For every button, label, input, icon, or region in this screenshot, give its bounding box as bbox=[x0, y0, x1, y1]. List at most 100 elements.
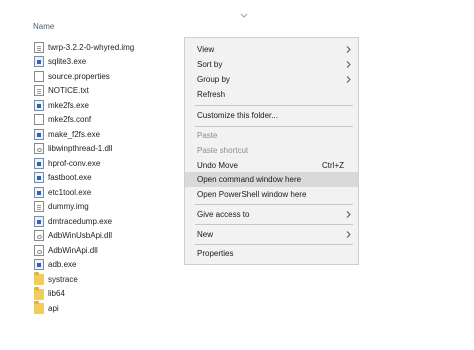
file-name: mke2fs.exe bbox=[48, 100, 89, 110]
menu-item-open-cmd-label: Open command window here bbox=[197, 175, 302, 184]
file-name: dmtracedump.exe bbox=[48, 216, 113, 226]
menu-item-paste-shortcut[interactable]: Paste shortcut bbox=[185, 143, 358, 158]
menu-item-refresh-label: Refresh bbox=[197, 90, 226, 99]
file-list-item[interactable]: hprof-conv.exe bbox=[34, 156, 174, 171]
exe-icon bbox=[34, 215, 44, 227]
text-file-icon bbox=[34, 85, 44, 97]
file-list-item[interactable]: dummy.img bbox=[34, 200, 174, 215]
file-icon bbox=[34, 114, 44, 126]
file-list-item[interactable]: source.properties bbox=[34, 69, 174, 84]
file-list-item[interactable]: twrp-3.2.2-0-whyred.img bbox=[34, 40, 174, 55]
chevron-right-icon bbox=[346, 231, 351, 238]
sort-chevron-icon[interactable] bbox=[240, 13, 248, 19]
menu-item-paste-label: Paste bbox=[197, 131, 218, 140]
menu-separator bbox=[195, 105, 353, 106]
file-list-item[interactable]: api bbox=[34, 301, 174, 316]
file-list-item[interactable]: adb.exe bbox=[34, 258, 174, 273]
menu-item-group-by-label: Group by bbox=[197, 75, 230, 84]
file-name: sqlite3.exe bbox=[48, 57, 87, 67]
menu-separator bbox=[195, 126, 353, 127]
menu-item-group-by[interactable]: Group by bbox=[185, 72, 358, 87]
file-name: lib64 bbox=[48, 289, 65, 299]
menu-item-open-powershell-window[interactable]: Open PowerShell window here bbox=[185, 187, 358, 202]
file-list-item[interactable]: mke2fs.conf bbox=[34, 113, 174, 128]
file-list: twrp-3.2.2-0-whyred.img sqlite3.exe source… bbox=[34, 40, 174, 316]
menu-item-undo-shortcut: Ctrl+Z bbox=[322, 161, 344, 170]
file-list-item[interactable]: libwinpthread-1.dll bbox=[34, 142, 174, 157]
menu-item-properties-label: Properties bbox=[197, 249, 234, 258]
menu-item-refresh[interactable]: Refresh bbox=[185, 87, 358, 102]
menu-item-sort-by-label: Sort by bbox=[197, 60, 223, 69]
file-name: fastboot.exe bbox=[48, 173, 92, 183]
exe-icon bbox=[34, 172, 44, 184]
menu-item-properties[interactable]: Properties bbox=[185, 246, 358, 261]
menu-item-new[interactable]: New bbox=[185, 227, 358, 242]
file-name: NOTICE.txt bbox=[48, 86, 89, 96]
dll-icon bbox=[34, 230, 44, 242]
exe-icon bbox=[34, 157, 44, 169]
menu-item-sort-by[interactable]: Sort by bbox=[185, 57, 358, 72]
menu-separator bbox=[195, 244, 353, 245]
context-menu: View Sort by Group by Refresh Customize … bbox=[184, 37, 359, 265]
file-name: etc1tool.exe bbox=[48, 187, 92, 197]
column-header-name[interactable]: Name bbox=[33, 22, 54, 31]
chevron-right-icon bbox=[346, 211, 351, 218]
dll-icon bbox=[34, 143, 44, 155]
exe-icon bbox=[34, 99, 44, 111]
file-name: api bbox=[48, 303, 59, 313]
file-name: dummy.img bbox=[48, 202, 89, 212]
exe-icon bbox=[34, 259, 44, 271]
menu-item-open-powershell-label: Open PowerShell window here bbox=[197, 190, 307, 199]
file-name: systrace bbox=[48, 274, 78, 284]
file-list-item[interactable]: fastboot.exe bbox=[34, 171, 174, 186]
file-icon bbox=[34, 41, 44, 53]
file-icon bbox=[34, 70, 44, 82]
file-name: AdbWinApi.dll bbox=[48, 245, 98, 255]
folder-icon bbox=[34, 286, 44, 300]
file-name: libwinpthread-1.dll bbox=[48, 144, 113, 154]
menu-item-undo-move-label: Undo Move bbox=[197, 161, 238, 170]
chevron-right-icon bbox=[346, 61, 351, 68]
file-name: source.properties bbox=[48, 71, 110, 81]
file-name: AdbWinUsbApi.dll bbox=[48, 231, 113, 241]
file-name: twrp-3.2.2-0-whyred.img bbox=[48, 42, 135, 52]
chevron-right-icon bbox=[346, 46, 351, 53]
file-list-item[interactable]: lib64 bbox=[34, 286, 174, 302]
menu-item-view-label: View bbox=[197, 45, 215, 54]
exe-icon bbox=[34, 56, 44, 68]
menu-item-paste-shortcut-label: Paste shortcut bbox=[197, 146, 249, 155]
menu-item-new-label: New bbox=[197, 230, 214, 239]
folder-icon bbox=[34, 272, 44, 286]
menu-item-customize-folder[interactable]: Customize this folder... bbox=[185, 108, 358, 123]
file-list-item[interactable]: dmtracedump.exe bbox=[34, 214, 174, 229]
menu-item-view[interactable]: View bbox=[185, 42, 358, 57]
file-list-item[interactable]: AdbWinUsbApi.dll bbox=[34, 229, 174, 244]
file-list-item[interactable]: mke2fs.exe bbox=[34, 98, 174, 113]
menu-item-paste[interactable]: Paste bbox=[185, 128, 358, 143]
menu-item-open-command-window[interactable]: Open command window here bbox=[185, 172, 358, 187]
file-list-item[interactable]: NOTICE.txt bbox=[34, 84, 174, 99]
file-name: make_f2fs.exe bbox=[48, 129, 101, 139]
file-list-item[interactable]: sqlite3.exe bbox=[34, 55, 174, 70]
menu-item-customize-label: Customize this folder... bbox=[197, 111, 278, 120]
folder-icon bbox=[34, 301, 44, 315]
file-list-item[interactable]: make_f2fs.exe bbox=[34, 127, 174, 142]
menu-item-give-access-label: Give access to bbox=[197, 210, 250, 219]
file-list-item[interactable]: AdbWinApi.dll bbox=[34, 243, 174, 258]
column-header-bar: Name bbox=[0, 0, 474, 36]
menu-separator bbox=[195, 204, 353, 205]
exe-icon bbox=[34, 186, 44, 198]
chevron-right-icon bbox=[346, 76, 351, 83]
file-name: adb.exe bbox=[48, 260, 77, 270]
dll-icon bbox=[34, 244, 44, 256]
menu-item-undo-move[interactable]: Undo Move Ctrl+Z bbox=[185, 158, 358, 173]
exe-icon bbox=[34, 128, 44, 140]
file-name: hprof-conv.exe bbox=[48, 158, 101, 168]
menu-item-give-access[interactable]: Give access to bbox=[185, 207, 358, 222]
file-icon bbox=[34, 201, 44, 213]
menu-separator bbox=[195, 224, 353, 225]
file-list-item[interactable]: systrace bbox=[34, 272, 174, 287]
file-name: mke2fs.conf bbox=[48, 115, 92, 125]
header-divider bbox=[0, 35, 474, 36]
file-list-item[interactable]: etc1tool.exe bbox=[34, 185, 174, 200]
